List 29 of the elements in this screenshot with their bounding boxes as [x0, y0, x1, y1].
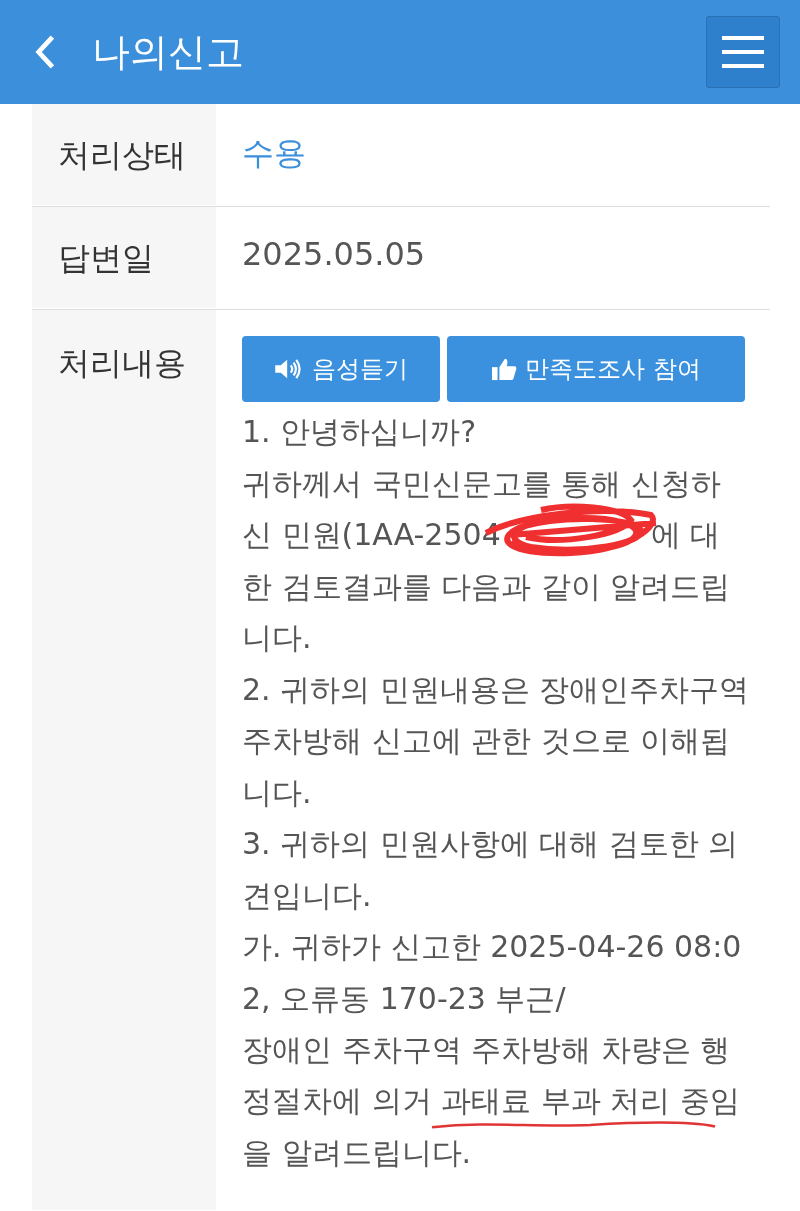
page-title: 나의신고: [92, 28, 244, 76]
text-line: 주차방해 신고에 관한 것으로 이해됩: [242, 722, 732, 760]
thumbs-up-icon: [491, 357, 518, 381]
speaker-icon: [274, 358, 304, 380]
text-line: 1. 안녕하십니까?: [242, 413, 478, 451]
menu-button[interactable]: [706, 16, 780, 88]
row-label: 처리상태: [58, 136, 186, 174]
text-line: 에 대: [650, 516, 721, 553]
text-line: 귀하께서 국민신문고를 통해 신청하: [242, 464, 722, 503]
text-line: 니다.: [242, 773, 313, 812]
text-line: 2, 오류동 170-23 부근/: [242, 979, 567, 1018]
text-line: 장애인 주차구역 주차방해 차량은 행: [242, 1031, 732, 1069]
listen-button[interactable]: 음성듣기: [242, 336, 440, 402]
row-label: 답변일: [58, 239, 154, 277]
date-value: 2025.05.05: [242, 235, 426, 273]
text-line: 을 알려드립니다.: [242, 1134, 473, 1172]
survey-button[interactable]: 만족도조사 참여: [447, 336, 745, 402]
text-line: 2. 귀하의 민원내용은 장애인주차구역: [242, 670, 751, 709]
text-line: 한 검토결과를 다음과 같이 알려드립: [242, 567, 732, 606]
row-label: 처리내용: [58, 344, 186, 382]
text-line: 신 민원(1AA-2504: [242, 516, 501, 553]
text-line: 정절차에 의거: [242, 1083, 433, 1120]
underlined-text: 과태료 부과 처리 중임: [441, 1083, 740, 1120]
menu-icon[interactable]: [720, 35, 766, 69]
text-line: 니다.: [242, 619, 313, 657]
text-line: 견입니다.: [242, 876, 373, 915]
text-line: 가. 귀하가 신고한 2025-04-26 08:0: [242, 928, 743, 966]
status-value: 수용: [242, 134, 306, 172]
text-line: 3. 귀하의 민원사항에 대해 검토한 의: [242, 825, 740, 863]
